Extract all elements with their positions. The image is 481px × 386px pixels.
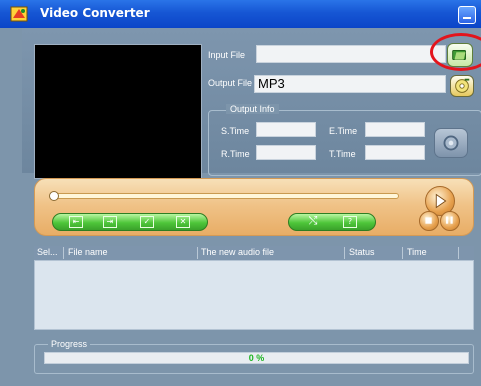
mark-out-button[interactable]: ⇥	[103, 216, 117, 228]
output-info-legend: Output Info	[226, 104, 279, 114]
column-status[interactable]: Status	[349, 247, 375, 257]
output-settings-button[interactable]	[450, 75, 474, 97]
window-title: Video Converter	[40, 6, 150, 20]
app-icon	[10, 6, 28, 22]
help-button[interactable]: ?	[343, 216, 357, 228]
disc-icon	[455, 78, 470, 93]
progress-bar: 0 %	[44, 352, 469, 364]
r-time-field[interactable]	[256, 145, 316, 160]
action-toolbar	[288, 213, 376, 231]
column-select[interactable]: Sel...	[37, 247, 58, 257]
pause-icon	[445, 216, 453, 224]
title-bar: Video Converter	[0, 0, 481, 28]
column-separator	[197, 247, 198, 259]
progress-legend: Progress	[48, 339, 91, 349]
t-time-field[interactable]	[365, 145, 425, 160]
seek-slider-thumb[interactable]	[49, 191, 59, 201]
s-time-label: S.Time	[221, 126, 250, 136]
progress-text: 0 %	[248, 353, 265, 363]
pause-button[interactable]	[440, 211, 460, 231]
convert-settings-button[interactable]	[434, 128, 468, 158]
output-format-field[interactable]: MP3	[254, 75, 446, 93]
file-list[interactable]	[34, 260, 474, 330]
minimize-button[interactable]	[458, 6, 476, 24]
t-time-label: T.Time	[329, 149, 356, 159]
stop-icon	[425, 217, 432, 224]
seek-slider-track[interactable]	[55, 193, 399, 199]
r-time-label: R.Time	[221, 149, 250, 159]
select-all-button[interactable]: ✓	[140, 216, 154, 228]
video-preview	[34, 44, 202, 179]
stop-button[interactable]	[419, 211, 439, 231]
column-separator	[458, 247, 459, 259]
column-time[interactable]: Time	[407, 247, 427, 257]
e-time-field[interactable]	[365, 122, 425, 137]
gear-icon	[443, 135, 459, 151]
column-separator	[402, 247, 403, 259]
input-file-field[interactable]	[256, 45, 446, 63]
mark-in-button[interactable]: ⇤	[69, 216, 83, 228]
convert-icon[interactable]: ⤭	[306, 215, 320, 228]
remove-button[interactable]: ✕	[176, 216, 190, 228]
column-new-audio-file[interactable]: The new audio file	[201, 247, 274, 257]
s-time-field[interactable]	[256, 122, 316, 137]
e-time-label: E.Time	[329, 126, 358, 136]
column-separator	[344, 247, 345, 259]
output-file-label: Output File	[208, 78, 253, 88]
column-file-name[interactable]: File name	[68, 247, 108, 257]
column-separator	[63, 247, 64, 259]
input-file-label: Input File	[208, 50, 246, 60]
